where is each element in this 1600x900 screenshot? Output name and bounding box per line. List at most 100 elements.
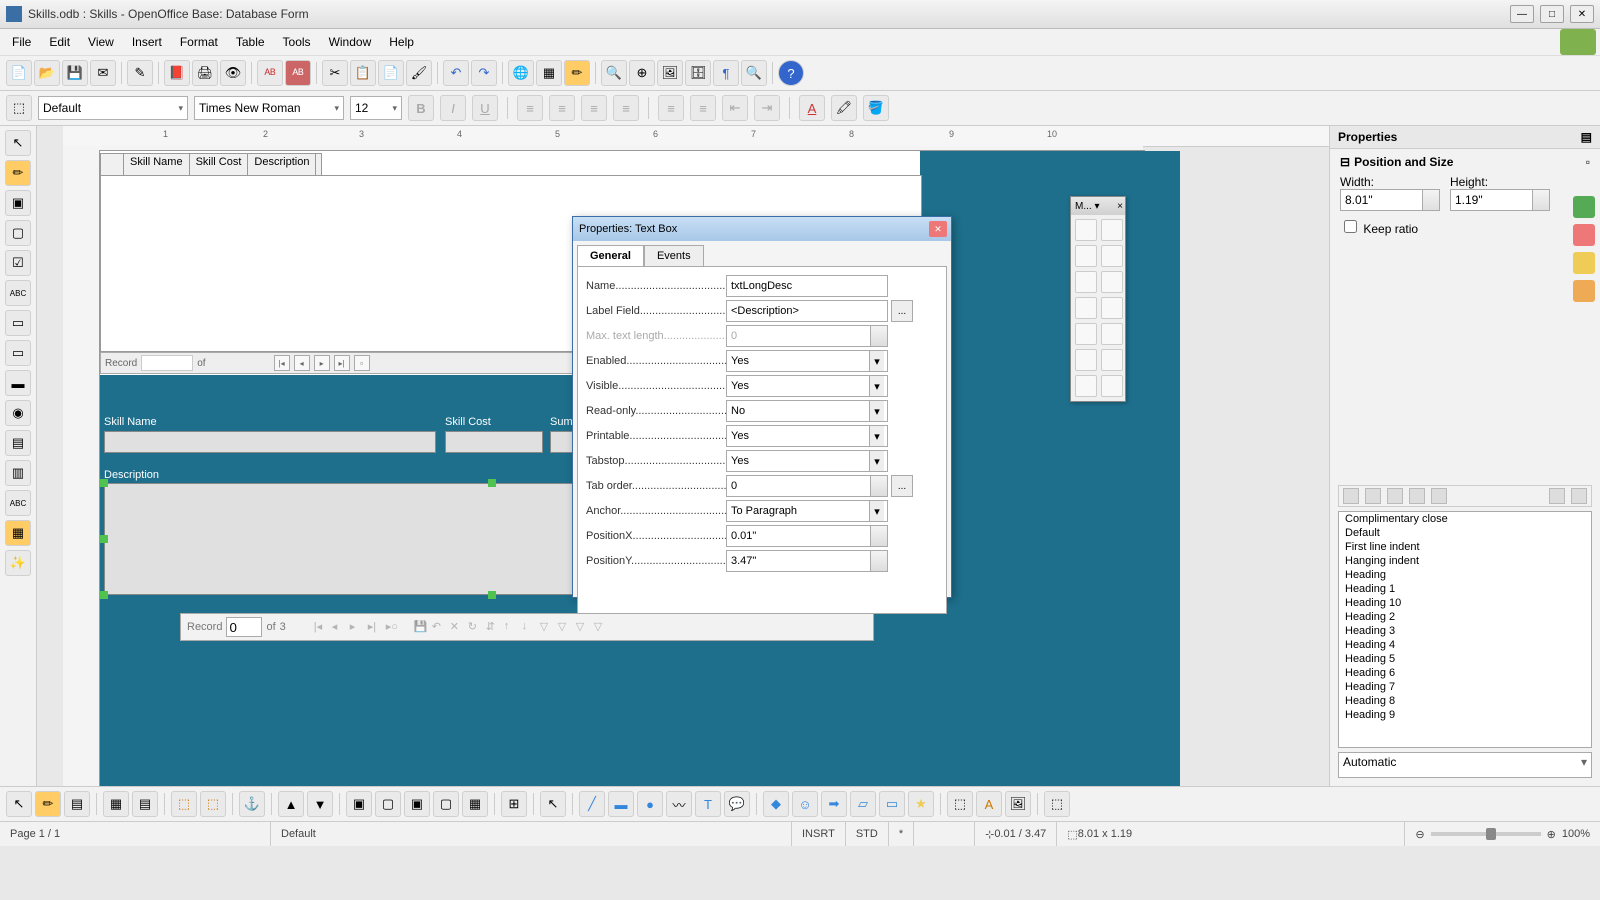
- palette-currency-icon[interactable]: [1075, 323, 1097, 345]
- spellcheck-icon[interactable]: ᴬᴮ: [257, 60, 283, 86]
- more-icon[interactable]: ▦: [5, 520, 31, 546]
- nav-autofilter-icon[interactable]: ▽: [558, 620, 572, 634]
- print-icon[interactable]: 🖨: [192, 60, 218, 86]
- nav-sort-icon[interactable]: ⇵: [486, 620, 500, 634]
- style-list[interactable]: Complimentary closeDefaultFirst line ind…: [1338, 511, 1592, 748]
- align-center-icon[interactable]: ≡: [549, 95, 575, 121]
- paint-icon[interactable]: 🖌: [406, 60, 432, 86]
- styles-icon[interactable]: ⬚: [6, 95, 32, 121]
- sidebar-navigator-icon[interactable]: [1573, 280, 1595, 302]
- prop-positiony[interactable]: 3.47": [726, 550, 888, 572]
- menu-window[interactable]: Window: [321, 32, 380, 52]
- list-num-icon[interactable]: ≡: [658, 95, 684, 121]
- menu-edit[interactable]: Edit: [41, 32, 78, 52]
- zoom-slider[interactable]: [1431, 832, 1541, 836]
- prop-anchor[interactable]: To Paragraph: [726, 500, 888, 522]
- option-icon[interactable]: ◉: [5, 400, 31, 426]
- palette-table-icon[interactable]: [1101, 349, 1123, 371]
- height-input[interactable]: 1.19": [1450, 189, 1550, 211]
- mail-icon[interactable]: ✉: [90, 60, 116, 86]
- col-skillcost[interactable]: Skill Cost: [190, 154, 249, 176]
- keep-ratio-checkbox[interactable]: [1344, 220, 1357, 233]
- underline-icon[interactable]: U: [472, 95, 498, 121]
- flowchart-icon[interactable]: ▱: [850, 791, 876, 817]
- prop-labelfield[interactable]: <Description>: [726, 300, 888, 322]
- col-skillname[interactable]: Skill Name: [124, 154, 190, 176]
- fill-format-icon[interactable]: [1549, 488, 1565, 504]
- style-item[interactable]: Heading: [1339, 568, 1591, 582]
- select-icon[interactable]: ↖: [5, 130, 31, 156]
- prop-more-button[interactable]: ...: [891, 475, 913, 497]
- align-icon[interactable]: ▦: [462, 791, 488, 817]
- section-more-icon[interactable]: ▫: [1586, 155, 1590, 169]
- style-filter-combo[interactable]: Automatic: [1338, 752, 1592, 778]
- activation-icon[interactable]: ⬚: [171, 791, 197, 817]
- dialog-titlebar[interactable]: Properties: Text Box ✕: [573, 217, 951, 241]
- font-combo[interactable]: Times New Roman: [194, 96, 344, 120]
- palette-scroll-icon[interactable]: [1101, 219, 1123, 241]
- zoom-icon[interactable]: 🔍: [741, 60, 767, 86]
- prop-name[interactable]: txtLongDesc: [726, 275, 888, 297]
- tab-events[interactable]: Events: [644, 245, 704, 266]
- new-record-icon[interactable]: ▫: [354, 355, 370, 371]
- text-tool-icon[interactable]: T: [695, 791, 721, 817]
- freeform-icon[interactable]: 〰: [666, 791, 692, 817]
- callouts-icon[interactable]: ▭: [879, 791, 905, 817]
- from-file-icon[interactable]: 🖼: [1005, 791, 1031, 817]
- style-item[interactable]: Heading 3: [1339, 624, 1591, 638]
- sidebar-gallery-icon[interactable]: [1573, 252, 1595, 274]
- prev-record-icon[interactable]: ◂: [294, 355, 310, 371]
- prop-taborder[interactable]: 0: [726, 475, 888, 497]
- style-item[interactable]: Heading 6: [1339, 666, 1591, 680]
- navigator-icon[interactable]: ⊕: [629, 60, 655, 86]
- nav-last-icon[interactable]: ▸|: [368, 620, 382, 634]
- nav-undo-icon[interactable]: ↶: [432, 620, 446, 634]
- align-right-icon[interactable]: ≡: [581, 95, 607, 121]
- more-controls-palette[interactable]: M... ▾: [1070, 196, 1126, 402]
- style-item[interactable]: Hanging indent: [1339, 554, 1591, 568]
- expand-icon[interactable]: ⊟: [1340, 155, 1350, 169]
- last-record-icon[interactable]: ▸|: [334, 355, 350, 371]
- form-nav-icon[interactable]: ▤: [64, 791, 90, 817]
- list-styles-icon[interactable]: [1431, 488, 1447, 504]
- select2-icon[interactable]: ↖: [6, 791, 32, 817]
- palette-pattern-icon[interactable]: [1101, 323, 1123, 345]
- group-icon[interactable]: ▣: [346, 791, 372, 817]
- palette-nav-icon[interactable]: [1075, 375, 1097, 397]
- export-icon[interactable]: [1560, 29, 1596, 55]
- panel-menu-icon[interactable]: ▤: [1581, 130, 1592, 144]
- new-style-icon[interactable]: [1571, 488, 1587, 504]
- button-icon[interactable]: ▬: [5, 370, 31, 396]
- callout-icon[interactable]: 💬: [724, 791, 750, 817]
- prop-maxtextlength[interactable]: 0: [726, 325, 888, 347]
- palette-group-icon[interactable]: [1075, 349, 1097, 371]
- formatted-icon[interactable]: ▭: [5, 340, 31, 366]
- menu-view[interactable]: View: [80, 32, 122, 52]
- style-item[interactable]: Heading 2: [1339, 610, 1591, 624]
- cut-icon[interactable]: ✂: [322, 60, 348, 86]
- add-field-icon[interactable]: ▦: [103, 791, 129, 817]
- list-icon[interactable]: ▤: [5, 430, 31, 456]
- tab-general[interactable]: General: [577, 245, 644, 266]
- stars-icon[interactable]: ★: [908, 791, 934, 817]
- indent-dec-icon[interactable]: ⇤: [722, 95, 748, 121]
- col-description[interactable]: Description: [248, 154, 316, 176]
- prop-tabstop[interactable]: Yes: [726, 450, 888, 472]
- nav-new-icon[interactable]: ▸○: [386, 620, 400, 634]
- style-item[interactable]: Heading 4: [1339, 638, 1591, 652]
- width-input[interactable]: 8.01": [1340, 189, 1440, 211]
- hyperlink-icon[interactable]: 🌐: [508, 60, 534, 86]
- grid-icon[interactable]: ⊞: [501, 791, 527, 817]
- new-doc-icon[interactable]: 📄: [6, 60, 32, 86]
- indent-inc-icon[interactable]: ⇥: [754, 95, 780, 121]
- find-icon[interactable]: 🔍: [601, 60, 627, 86]
- menu-table[interactable]: Table: [228, 32, 273, 52]
- points-icon[interactable]: ⬚: [947, 791, 973, 817]
- input-skillcost[interactable]: [445, 431, 543, 453]
- line-icon[interactable]: ╱: [579, 791, 605, 817]
- ellipse-icon[interactable]: ●: [637, 791, 663, 817]
- palette-image-icon[interactable]: [1075, 245, 1097, 267]
- menu-file[interactable]: File: [4, 32, 39, 52]
- nav-delete-icon[interactable]: ✕: [450, 620, 464, 634]
- undo-icon[interactable]: ↶: [443, 60, 469, 86]
